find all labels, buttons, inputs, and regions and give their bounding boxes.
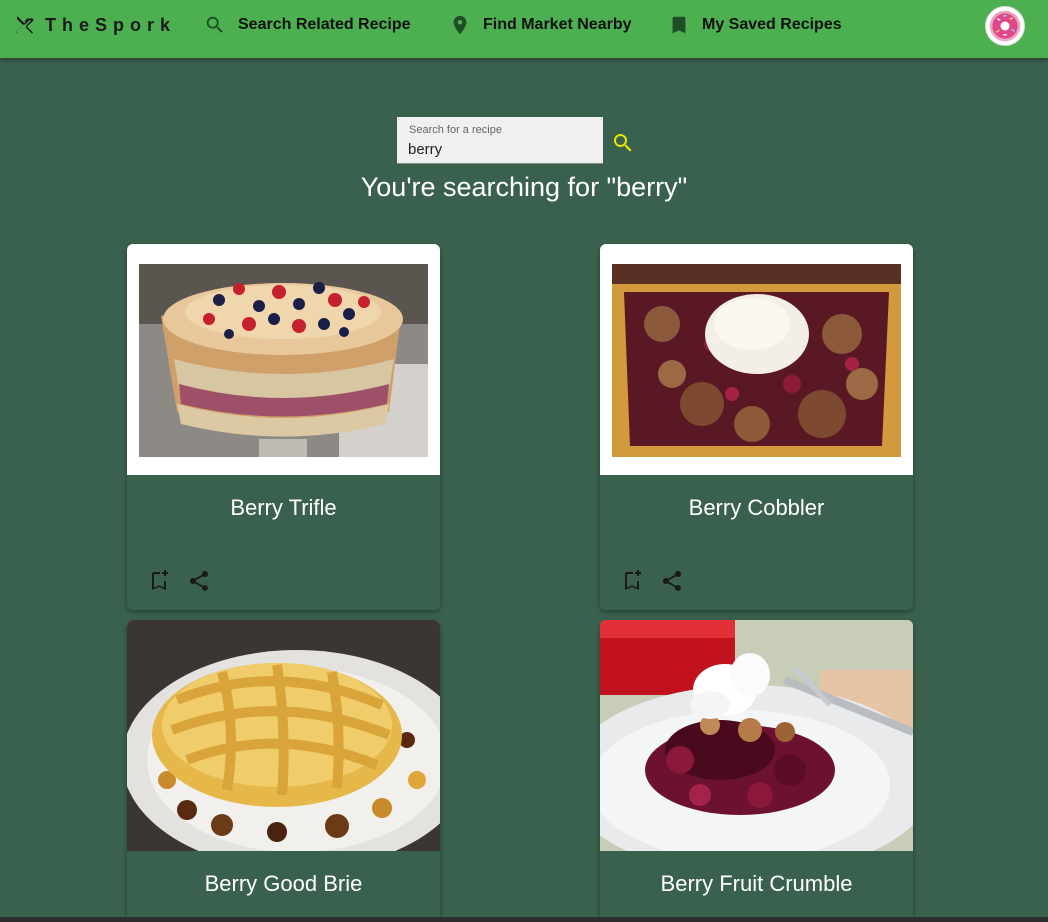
nav-find-market-nearby[interactable]: Find Market Nearby: [449, 0, 631, 50]
berry-cobbler-photo: [612, 264, 901, 457]
bookmark-add-icon[interactable]: [147, 569, 171, 593]
recipe-actions: [620, 569, 684, 593]
search-icon[interactable]: [611, 131, 635, 155]
recipe-title: Berry Good Brie: [204, 871, 363, 896]
search-field[interactable]: Search for a recipe: [397, 117, 603, 164]
recipe-title: Berry Trifle: [230, 495, 337, 520]
location-pin-icon: [453, 15, 467, 35]
nav-label: Search Related Recipe: [238, 16, 411, 33]
recipe-card[interactable]: Berry Trifle: [127, 244, 440, 610]
nav-label: My Saved Recipes: [702, 16, 842, 33]
recipe-image-frame[interactable]: [600, 244, 913, 475]
fork-knife-icon: [16, 16, 34, 34]
donut-icon: [989, 10, 1021, 42]
bookmark-add-icon[interactable]: [620, 569, 644, 593]
recipe-image-frame[interactable]: [127, 244, 440, 475]
brand-logo[interactable]: TheSpork: [14, 0, 176, 50]
recipe-title: Berry Cobbler: [688, 495, 825, 520]
page-bottom-edge: [0, 917, 1048, 922]
recipe-card[interactable]: Berry Fruit Crumble: [600, 620, 913, 922]
share-icon[interactable]: [660, 569, 684, 593]
berry-fruit-crumble-photo: [600, 620, 913, 851]
search-field-label: Search for a recipe: [409, 124, 502, 136]
recipe-image-frame[interactable]: [600, 620, 913, 851]
nav-search-related-recipe[interactable]: Search Related Recipe: [204, 0, 411, 50]
search-input[interactable]: [408, 139, 593, 159]
recipe-title: Berry Fruit Crumble: [660, 871, 853, 896]
recipe-image-frame[interactable]: [127, 620, 440, 851]
top-navbar: TheSpork Search Related Recipe Find Mark…: [0, 0, 1048, 58]
bookmark-icon: [672, 16, 686, 34]
search-icon: [206, 16, 223, 33]
share-icon[interactable]: [187, 569, 211, 593]
user-avatar[interactable]: [985, 6, 1025, 46]
brand-name: TheSpork: [45, 14, 177, 35]
berry-trifle-photo: [139, 264, 428, 457]
berry-good-brie-photo: [127, 620, 440, 851]
nav-my-saved-recipes[interactable]: My Saved Recipes: [668, 0, 842, 50]
nav-label: Find Market Nearby: [483, 16, 632, 33]
search-heading: You're searching for "berry": [360, 172, 688, 202]
recipe-card[interactable]: Berry Good Brie: [127, 620, 440, 922]
recipe-card[interactable]: Berry Cobbler: [600, 244, 913, 610]
recipe-actions: [147, 569, 211, 593]
